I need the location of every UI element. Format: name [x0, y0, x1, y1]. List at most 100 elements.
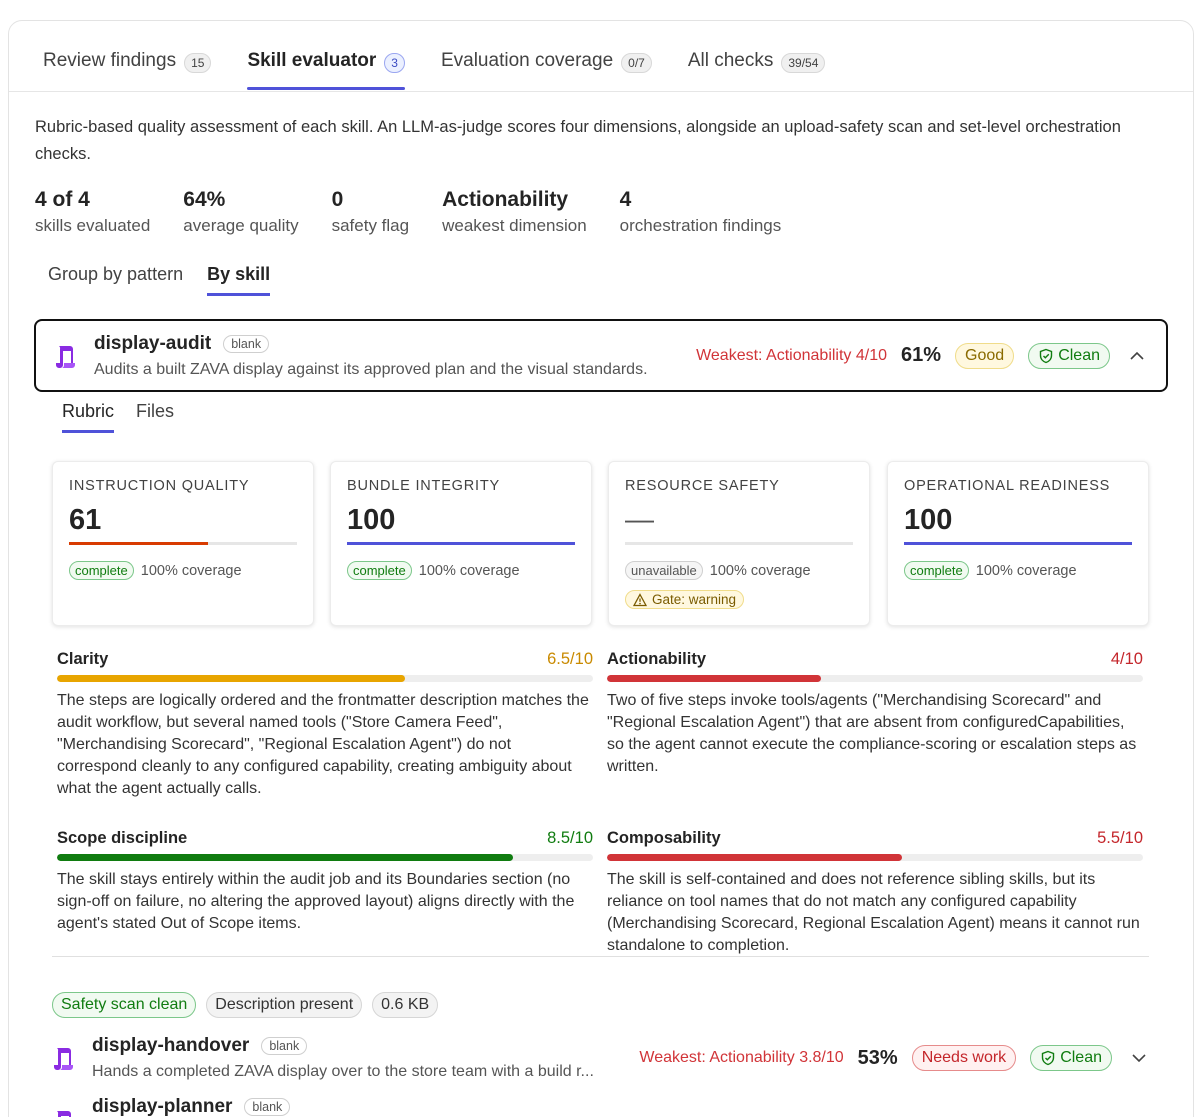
criterion-header: Composability 5.5/10 [607, 829, 1143, 848]
dimension-title: INSTRUCTION QUALITY [69, 478, 250, 494]
criterion-name: Composability [607, 829, 721, 847]
tab-label: All checks [687, 50, 774, 71]
dimension-score: 100 [347, 504, 396, 536]
count-badge: 3 [384, 53, 405, 73]
summary-stats: 4 of 4 skills evaluated 64% average qual… [35, 186, 814, 238]
skill-title-line: display-audit blank [94, 333, 696, 355]
tab-evaluation-coverage[interactable]: Evaluation coverage 0/7 [441, 40, 652, 92]
tab-skill-evaluator[interactable]: Skill evaluator 3 [247, 40, 405, 92]
main-tabs: Review findings 15 Skill evaluator 3 Eva… [43, 40, 861, 92]
skill-tag: blank [223, 334, 270, 353]
dimension-score: 61 [69, 504, 102, 536]
count-badge: 15 [184, 53, 212, 73]
stat-average-quality: 64% average quality [183, 186, 298, 238]
stat-label: weakest dimension [442, 216, 587, 235]
stat-orchestration-findings: 4 orchestration findings [620, 186, 782, 238]
stat-value: 64% [183, 188, 226, 211]
warning-icon [633, 592, 647, 606]
scroll-icon [54, 1048, 73, 1070]
weakest-dimension: Weakest: Actionability 4/10 [696, 346, 888, 364]
tab-label: Skill evaluator [247, 50, 377, 71]
shield-check-icon [1039, 348, 1053, 363]
chevron-down-icon[interactable] [1130, 1049, 1148, 1067]
skill-row-display-audit[interactable]: display-audit blank Audits a built ZAVA … [34, 319, 1168, 392]
count-badge: 39/54 [781, 53, 826, 73]
skill-row-display-planner[interactable]: display-planner blank [34, 1096, 1168, 1117]
criterion-name: Scope discipline [57, 829, 188, 847]
status-label: Clean [1060, 1049, 1102, 1066]
dimension-bar [69, 542, 297, 545]
criterion-bar [57, 854, 593, 861]
safety-scan-chip: Safety scan clean [52, 992, 197, 1018]
status-pill: unavailable [625, 561, 703, 580]
chevron-up-icon[interactable] [1128, 347, 1146, 365]
skill-tag: blank [244, 1098, 291, 1116]
stat-skills-evaluated: 4 of 4 skills evaluated [35, 186, 150, 238]
stat-label: skills evaluated [35, 216, 151, 235]
coverage-text: 100% coverage [418, 562, 520, 579]
dimension-bar-fill [69, 542, 209, 545]
size-chip: 0.6 KB [372, 992, 439, 1018]
tab-by-skill[interactable]: By skill [207, 264, 271, 296]
criterion-bar [607, 675, 1143, 682]
criterion-bar-fill [57, 854, 513, 861]
tab-group-by-pattern[interactable]: Group by pattern [48, 264, 183, 296]
criterion-bar [57, 675, 593, 682]
tab-rubric[interactable]: Rubric [62, 401, 115, 433]
skill-description: Hands a completed ZAVA display over to t… [92, 1063, 594, 1080]
stat-value: 4 [619, 188, 632, 211]
stat-value: 0 [331, 188, 344, 211]
skill-info: display-handover blank Hands a completed… [92, 1035, 639, 1081]
tab-label: Review findings [43, 50, 177, 71]
rating-badge: Good [955, 342, 1015, 369]
dimension-bar [347, 542, 575, 545]
coverage-text: 100% coverage [709, 562, 811, 579]
quality-percent: 53% [857, 1046, 898, 1069]
stat-safety-flag: 0 safety flag [332, 186, 410, 238]
criterion-rationale: The steps are logically ordered and the … [57, 692, 589, 797]
stat-weakest-dimension: Actionability weakest dimension [442, 186, 587, 238]
detail-tabs: Rubric Files [62, 401, 174, 433]
tabs-divider [9, 91, 1193, 92]
tab-files[interactable]: Files [136, 401, 174, 433]
tab-label: Evaluation coverage [440, 50, 614, 71]
status-label: Clean [1058, 346, 1100, 364]
skill-name: display-audit [94, 332, 212, 354]
tab-all-checks[interactable]: All checks 39/54 [688, 40, 826, 92]
skill-title-line: display-planner blank [92, 1096, 1168, 1117]
coverage-text: 100% coverage [975, 562, 1077, 579]
skill-title-line: display-handover blank [92, 1035, 639, 1057]
stat-value: 4 of 4 [35, 188, 90, 211]
divider [52, 956, 1149, 957]
criterion-score: 5.5/10 [1097, 829, 1143, 847]
criterion-score: 4/10 [1110, 650, 1143, 668]
dimension-card-instruction-quality: INSTRUCTION QUALITY 61 complete 100% cov… [52, 461, 314, 626]
gate-badge: Gate: warning [625, 590, 745, 609]
criterion-bar-fill [57, 675, 406, 682]
criterion-name: Actionability [607, 650, 707, 668]
criterion-header: Scope discipline 8.5/10 [57, 829, 593, 848]
view-tabs: Group by pattern By skill [48, 264, 271, 296]
dimension-title: OPERATIONAL READINESS [904, 478, 1111, 494]
criterion-bar [607, 854, 1143, 861]
shield-check-icon [1041, 1050, 1055, 1066]
dimension-card-operational-readiness: OPERATIONAL READINESS 100 complete 100% … [887, 461, 1149, 626]
dimension-bar-fill [347, 542, 575, 545]
gate-label: Gate: warning [652, 592, 737, 607]
dimension-card-bundle-integrity: BUNDLE INTEGRITY 100 complete 100% cover… [330, 461, 592, 626]
status-badge: Clean [1030, 1045, 1112, 1071]
skill-name: display-handover [92, 1035, 250, 1056]
dimension-bar [904, 542, 1132, 545]
description-chip: Description present [206, 992, 363, 1018]
criterion-bar-fill [607, 675, 822, 682]
dimension-meta: complete 100% coverage [904, 561, 1132, 580]
skill-row-display-handover[interactable]: display-handover blank Hands a completed… [34, 1028, 1168, 1088]
dimension-score: — [625, 504, 654, 536]
dimension-meta: unavailable 100% coverage [625, 561, 853, 580]
stat-label: safety flag [331, 216, 410, 235]
status-badge: Clean [1028, 342, 1110, 369]
skill-tag: blank [261, 1037, 308, 1055]
tab-review-findings[interactable]: Review findings 15 [43, 40, 212, 92]
criterion-clarity: Clarity 6.5/10 The steps are logically o… [57, 650, 593, 800]
rating-badge: Needs work [911, 1045, 1017, 1071]
